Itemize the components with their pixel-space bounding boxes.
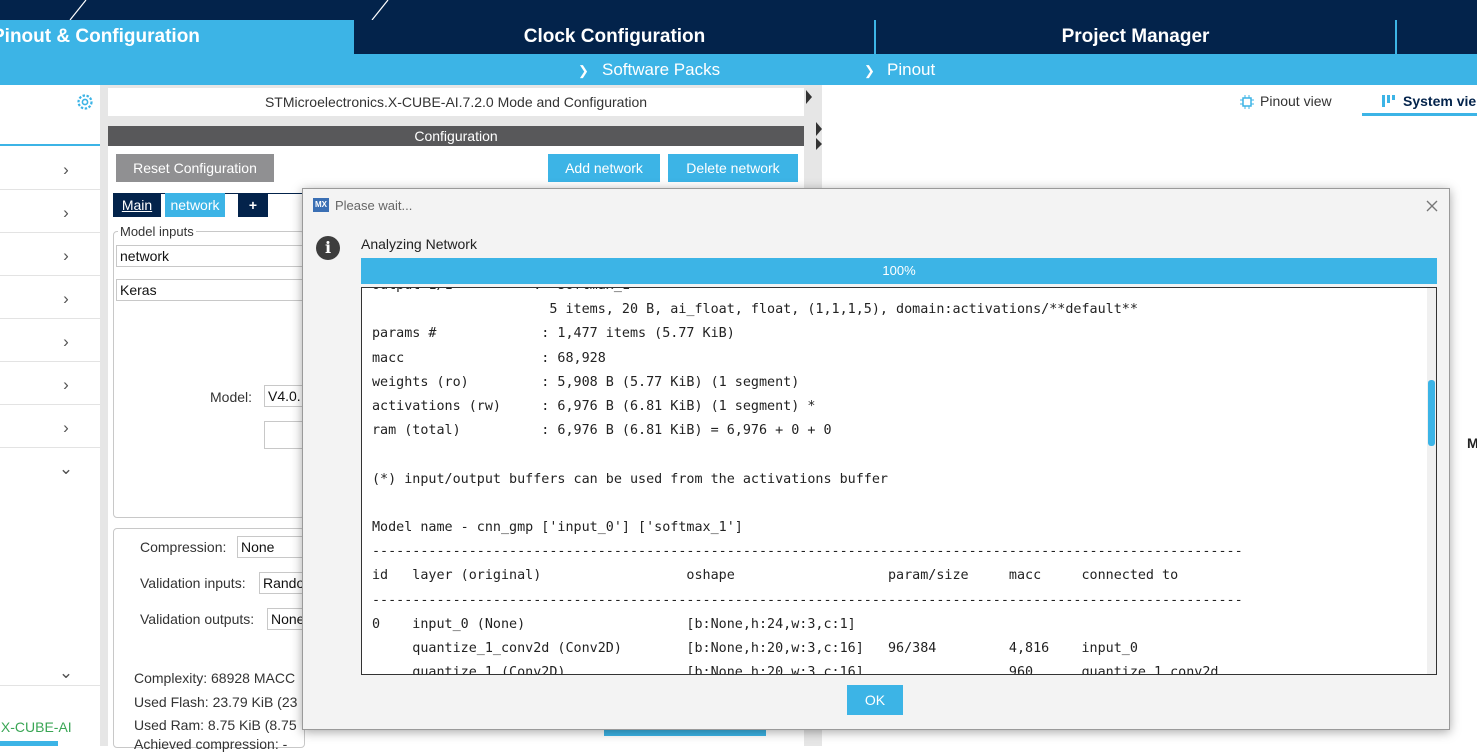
model-label: Model: <box>210 389 253 405</box>
chevron-down-icon: ❯ <box>578 63 589 78</box>
sidebar-separator <box>0 404 100 405</box>
tab-main-label: Main <box>121 197 153 213</box>
ok-button[interactable]: OK <box>847 685 903 715</box>
chevron-right-icon[interactable]: › <box>58 246 74 266</box>
chevron-right-icon[interactable]: › <box>58 375 74 395</box>
system-view-edge-label: M <box>1467 435 1477 451</box>
progress-label: 100% <box>882 263 916 278</box>
tab-divider <box>1395 20 1397 54</box>
sidebar-separator <box>0 275 100 276</box>
add-tab-button[interactable]: + <box>238 193 268 217</box>
dialog-heading: Analyzing Network <box>361 236 477 252</box>
validation-inputs-select[interactable]: Rando <box>259 572 308 594</box>
compression-label: Compression: <box>140 539 227 555</box>
pinout-menu[interactable]: ❯ <box>864 54 875 85</box>
chip-icon <box>1240 95 1254 109</box>
collapse-arrow-icon[interactable] <box>804 88 814 110</box>
breadcrumb-separators <box>69 0 389 20</box>
gear-icon[interactable] <box>76 93 94 111</box>
add-network-button[interactable]: Add network <box>548 154 660 182</box>
sidebar-separator <box>0 318 100 319</box>
mx-app-icon: MX <box>313 198 329 212</box>
chevron-down-icon[interactable]: ⌄ <box>58 459 74 479</box>
tab-network[interactable]: network <box>165 193 225 217</box>
dialog-title: Please wait... <box>335 198 413 213</box>
sub-tab-bar: ❯ Software Packs ❯ Pinout <box>0 54 1477 85</box>
analysis-options-box <box>113 528 305 748</box>
sidebar-separator <box>0 144 100 146</box>
sidebar-separator <box>0 685 100 686</box>
model-inputs-group: Model inputs <box>113 224 305 518</box>
reset-configuration-button[interactable]: Reset Configuration <box>116 154 274 182</box>
active-tab-underline <box>1362 113 1477 116</box>
analysis-log-text: output 1/1 : 'softmax_1' 5 items, 20 B, … <box>372 288 1243 675</box>
sidebar-separator <box>0 361 100 362</box>
info-icon: i <box>316 236 340 260</box>
validation-outputs-label: Validation outputs: <box>140 611 255 627</box>
category-sidebar: › › › › › › › ⌄ ⌄ .X-CUBE-AI <box>0 85 100 746</box>
tab-pinout-configuration[interactable]: Pinout & Configuration <box>0 20 354 54</box>
network-name-field[interactable]: network <box>116 245 305 267</box>
selected-pack-label[interactable]: .X-CUBE-AI <box>0 719 72 735</box>
model-inputs-legend: Model inputs <box>120 224 194 239</box>
configuration-header: Configuration <box>108 126 804 146</box>
software-packs-menu[interactable]: ❯ <box>578 54 589 85</box>
pinout-menu-label[interactable]: Pinout <box>887 54 935 85</box>
log-scrollbar-thumb[interactable] <box>1428 380 1435 446</box>
top-strip <box>0 0 1477 20</box>
chevron-down-icon: ❯ <box>864 63 875 78</box>
close-icon[interactable] <box>1425 199 1439 213</box>
validation-inputs-label: Validation inputs: <box>140 575 246 591</box>
used-ram-text: Used Ram: 8.75 KiB (8.75 <box>134 717 297 733</box>
chevron-right-icon[interactable]: › <box>58 418 74 438</box>
main-tab-bar: Pinout & Configuration Clock Configurati… <box>0 20 1477 54</box>
log-scrollbar[interactable] <box>1427 288 1436 674</box>
complexity-text: Complexity: 68928 MACC <box>134 670 296 686</box>
system-view-icon <box>1382 95 1395 107</box>
sidebar-separator <box>0 189 100 190</box>
please-wait-dialog: MX Please wait... i Analyzing Network 10… <box>302 188 1450 730</box>
used-flash-text: Used Flash: 23.79 KiB (23 <box>134 694 298 710</box>
selection-indicator <box>0 741 58 746</box>
tab-main[interactable]: Main <box>113 193 161 217</box>
pinout-view-tab[interactable]: Pinout view <box>1260 93 1332 109</box>
analysis-log[interactable]: output 1/1 : 'softmax_1' 5 items, 20 B, … <box>361 287 1437 675</box>
compression-select[interactable]: None <box>237 536 308 558</box>
chevron-right-icon[interactable]: › <box>58 289 74 309</box>
progress-bar: 100% <box>361 258 1437 284</box>
framework-select[interactable]: Keras <box>116 279 305 301</box>
achieved-compression-text: Achieved compression: - <box>134 736 288 752</box>
chevron-right-icon[interactable]: › <box>58 203 74 223</box>
chevron-down-icon[interactable]: ⌄ <box>58 663 74 683</box>
system-view-tab[interactable]: System vie <box>1403 93 1476 109</box>
mode-panel-title: STMicroelectronics.X-CUBE-AI.7.2.0 Mode … <box>108 88 804 116</box>
tab-clock-configuration[interactable]: Clock Configuration <box>355 20 874 54</box>
tab-project-manager[interactable]: Project Manager <box>876 20 1395 54</box>
sidebar-separator <box>0 447 100 448</box>
delete-network-button[interactable]: Delete network <box>668 154 798 182</box>
software-packs-menu-label[interactable]: Software Packs <box>602 54 720 85</box>
chevron-right-icon[interactable]: › <box>58 160 74 180</box>
sidebar-separator <box>0 232 100 233</box>
dialog-title-bar: MX Please wait... <box>303 189 1449 221</box>
chevron-right-icon[interactable]: › <box>58 332 74 352</box>
